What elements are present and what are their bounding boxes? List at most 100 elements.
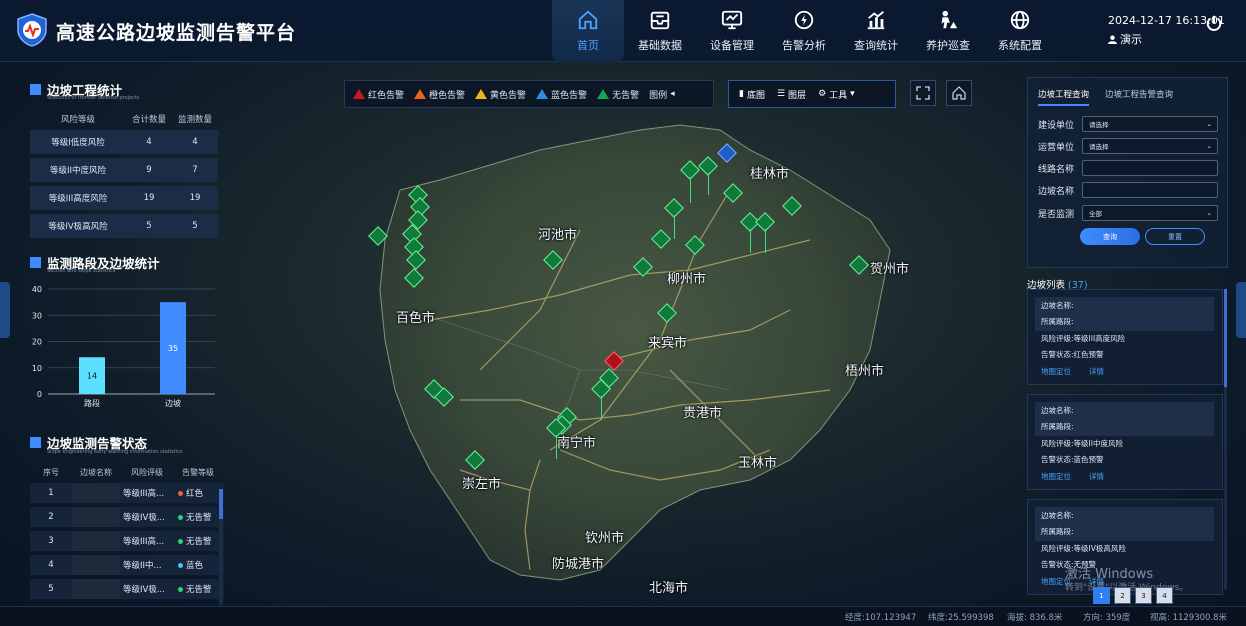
table-row[interactable]: 等级IV极高风险 5 5	[30, 214, 218, 238]
legend-toggle[interactable]: 图例 ◂	[649, 88, 675, 101]
risk-level: 等级II中度风险	[49, 166, 106, 176]
row-number: 2	[48, 512, 54, 522]
nav-basic-data[interactable]: 基础数据	[624, 0, 696, 62]
region-outline	[379, 124, 891, 581]
city-label: 防城港市	[552, 557, 605, 572]
app-root: 高速公路边坡监测告警平台 首页 基础数据 设备管理 告警分析 查询统计 养护巡查…	[0, 0, 1246, 626]
slope-card[interactable]: 边坡名称: 所属路段: 风险评级:等级III高度风险 告警状态:红色预警 地图定位 详情	[1027, 289, 1223, 385]
field-label: 边坡名称	[1038, 186, 1075, 197]
city-label: 来宾市	[648, 336, 688, 351]
slope-name-cell	[72, 483, 120, 503]
field-label: 线路名称	[1038, 164, 1075, 175]
chevron-down-icon: ▾	[850, 89, 855, 99]
monitored-select[interactable]: 全部 ⌄	[1082, 205, 1218, 221]
table-row[interactable]: 4 等级II中... 蓝色	[30, 555, 224, 575]
locate-on-map-link[interactable]: 地图定位	[1041, 471, 1071, 482]
table-row[interactable]: 3 等级III高... 无告警	[30, 531, 224, 551]
legend-yellow[interactable]: 黄色告警	[475, 88, 526, 101]
alarm-legend: 红色告警 橙色告警 黄色告警 蓝色告警 无告警 图例 ◂	[344, 80, 714, 108]
nav-home[interactable]: 首页	[552, 0, 624, 62]
risk-label: 风险评级:	[1041, 439, 1074, 448]
risk-cell: 等级IV极...	[123, 585, 165, 595]
slope-status: 告警状态:蓝色预警	[1041, 454, 1104, 465]
warnings-subtitle: Slope engineering early warning informat…	[47, 449, 183, 455]
heading-readout: 方向: 359度	[1083, 613, 1131, 623]
risk-level: 等级IV极高风险	[48, 222, 108, 232]
yellow-alarm-icon	[475, 89, 488, 99]
field-label: 运营单位	[1038, 142, 1075, 153]
locate-on-map-link[interactable]: 地图定位	[1041, 366, 1071, 377]
form-row-route: 线路名称	[1038, 160, 1218, 176]
altitude-readout: 海拔: 836.8米	[1007, 613, 1063, 623]
legend-none[interactable]: 无告警	[597, 88, 639, 101]
nav-device[interactable]: 设备管理	[696, 0, 768, 62]
reset-button[interactable]: 重置	[1145, 228, 1205, 245]
slope-name-cell	[72, 507, 120, 527]
table-row[interactable]: 等级I低度风险 4 4	[30, 130, 218, 154]
query-button[interactable]: 查询	[1080, 228, 1140, 245]
city-label: 崇左市	[462, 477, 502, 492]
marker-stem	[674, 215, 675, 239]
chart-icon	[867, 11, 885, 30]
user-icon	[1108, 34, 1117, 44]
red-alarm-icon	[353, 89, 365, 99]
page-button[interactable]: 4	[1156, 587, 1173, 604]
slope-name-input[interactable]	[1082, 182, 1218, 198]
power-icon[interactable]	[1205, 14, 1223, 32]
slope-list-scroll-thumb[interactable]	[1224, 289, 1227, 387]
row-number: 3	[48, 536, 54, 546]
tab-slope-query[interactable]: 边坡工程查询	[1038, 88, 1090, 106]
table-row[interactable]: 等级II中度风险 9 7	[30, 158, 218, 182]
nav-system[interactable]: 系统配置	[984, 0, 1056, 62]
building-icon	[30, 84, 41, 95]
construction-unit-select[interactable]: 请选择 ⌄	[1082, 116, 1218, 132]
fullscreen-icon	[916, 86, 930, 100]
nav-alarm[interactable]: 告警分析	[768, 0, 840, 62]
city-label: 梧州市	[845, 364, 885, 379]
slope-road-label: 所属路段:	[1041, 527, 1074, 536]
operation-unit-select[interactable]: 请选择 ⌄	[1082, 138, 1218, 154]
satellite-map[interactable]	[230, 70, 1020, 610]
city-label: 河池市	[538, 228, 578, 243]
row-number: 4	[48, 560, 54, 570]
legend-red[interactable]: 红色告警	[353, 88, 404, 101]
nav-maintenance[interactable]: 养护巡查	[912, 0, 984, 62]
page-button[interactable]: 1	[1093, 587, 1110, 604]
page-button[interactable]: 2	[1114, 587, 1131, 604]
tab-alarm-query[interactable]: 边坡工程告警查询	[1105, 88, 1173, 106]
bar-value-label: 14	[87, 372, 97, 381]
fullscreen-button[interactable]	[910, 80, 936, 106]
map-home-button[interactable]	[946, 80, 972, 106]
legend-orange-label: 橙色告警	[429, 90, 466, 101]
detail-link[interactable]: 详情	[1089, 366, 1104, 377]
table-row[interactable]: 2 等级IV极... 无告警	[30, 507, 224, 527]
route-name-input[interactable]	[1082, 160, 1218, 176]
legend-orange[interactable]: 橙色告警	[414, 88, 465, 101]
left-panel-toggle[interactable]	[0, 282, 10, 338]
latitude-readout: 纬度:25.599398	[928, 613, 994, 623]
risk-label: 风险评级:	[1041, 334, 1074, 343]
table-row[interactable]: 5 等级IV极... 无告警	[30, 579, 224, 599]
layers-button[interactable]: ☰ 图层	[777, 88, 806, 101]
risk-value: 等级II中度风险	[1073, 439, 1123, 448]
nav-query[interactable]: 查询统计	[840, 0, 912, 62]
right-panel-toggle[interactable]	[1236, 282, 1246, 338]
alert-chart-icon	[30, 437, 41, 448]
top-header: 高速公路边坡监测告警平台 首页 基础数据 设备管理 告警分析 查询统计 养护巡查…	[0, 0, 1246, 62]
view-height-readout: 视高: 1129300.8米	[1150, 613, 1228, 623]
city-label: 柳州市	[667, 272, 707, 287]
page-button[interactable]: 3	[1135, 587, 1152, 604]
table-row[interactable]: 1 等级III高... 红色	[30, 483, 224, 503]
slope-status: 告警状态:红色预警	[1041, 349, 1104, 360]
slope-card[interactable]: 边坡名称: 所属路段: 风险评级:等级II中度风险 告警状态:蓝色预警 地图定位 详情	[1027, 394, 1223, 490]
tools-button[interactable]: ⚙ 工具 ▾	[818, 88, 855, 101]
table-row[interactable]: 等级III高度风险 19 19	[30, 186, 218, 210]
basemap-button[interactable]: ▮ 底图	[739, 88, 765, 101]
map-status-bar: 经度:107.123947 纬度:25.599398 海拔: 836.8米 方向…	[0, 606, 1246, 626]
legend-blue[interactable]: 蓝色告警	[536, 88, 587, 101]
warning-scroll-thumb[interactable]	[219, 489, 223, 519]
total-count: 5	[146, 221, 152, 231]
detail-link[interactable]: 详情	[1089, 471, 1104, 482]
current-user[interactable]: 演示	[1108, 31, 1142, 47]
caret-left-icon: ◂	[670, 89, 675, 99]
